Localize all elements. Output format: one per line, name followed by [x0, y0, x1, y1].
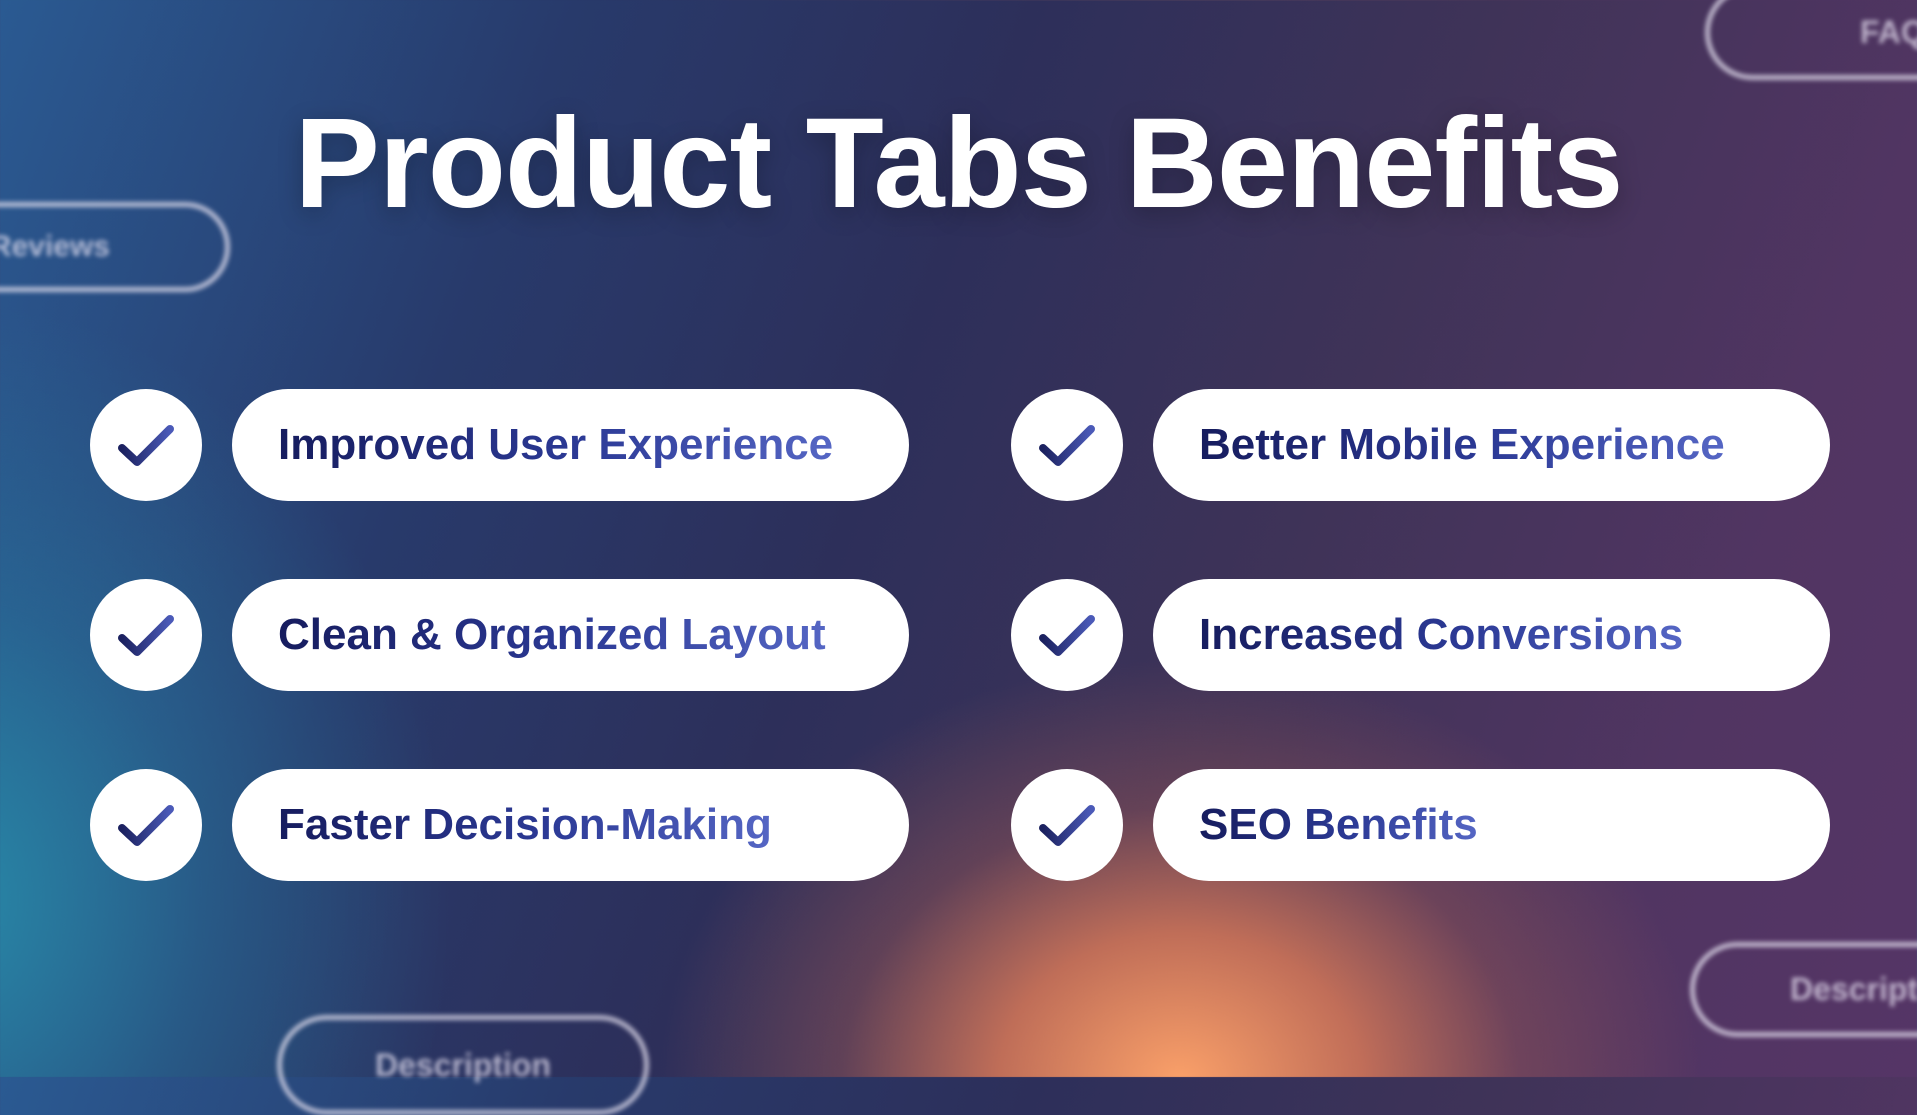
page-title: Product Tabs Benefits [294, 92, 1624, 235]
check-badge [90, 579, 202, 691]
background-tab-label: Description [374, 1046, 552, 1083]
check-badge [1011, 389, 1123, 501]
check-icon [1039, 425, 1095, 466]
benefit-pill: Improved User Experience [232, 389, 909, 501]
check-icon [1039, 805, 1095, 846]
background-tab-description-right: Description [1690, 942, 1917, 1037]
benefit-item: Improved User Experience [90, 389, 909, 501]
benefit-label: Clean & Organized Layout [278, 610, 826, 659]
check-icon [118, 425, 174, 466]
benefit-item: Increased Conversions [1011, 579, 1830, 691]
check-icon [118, 805, 174, 846]
benefit-label: Increased Conversions [1199, 610, 1684, 659]
background-tab-label: FAQ [1860, 14, 1917, 50]
benefit-item: Better Mobile Experience [1011, 389, 1830, 501]
benefit-item: Clean & Organized Layout [90, 579, 909, 691]
background-tab-faq: FAQ [1705, 0, 1917, 80]
benefit-pill: Better Mobile Experience [1153, 389, 1830, 501]
check-badge [1011, 579, 1123, 691]
benefit-pill: Faster Decision-Making [232, 769, 909, 881]
background-tab-description-left: Description [277, 1015, 649, 1115]
check-icon [1039, 615, 1095, 656]
benefit-item: SEO Benefits [1011, 769, 1830, 881]
check-badge [90, 389, 202, 501]
check-badge [90, 769, 202, 881]
benefit-label: SEO Benefits [1199, 800, 1478, 849]
benefit-label: Better Mobile Experience [1199, 420, 1725, 469]
check-icon [118, 615, 174, 656]
background-tab-label: Description [1790, 971, 1917, 1007]
benefit-label: Improved User Experience [278, 420, 834, 469]
benefit-pill: SEO Benefits [1153, 769, 1830, 881]
benefit-pill: Clean & Organized Layout [232, 579, 909, 691]
check-badge [1011, 769, 1123, 881]
benefit-pill: Increased Conversions [1153, 579, 1830, 691]
benefit-item: Faster Decision-Making [90, 769, 909, 881]
benefit-label: Faster Decision-Making [278, 800, 772, 849]
